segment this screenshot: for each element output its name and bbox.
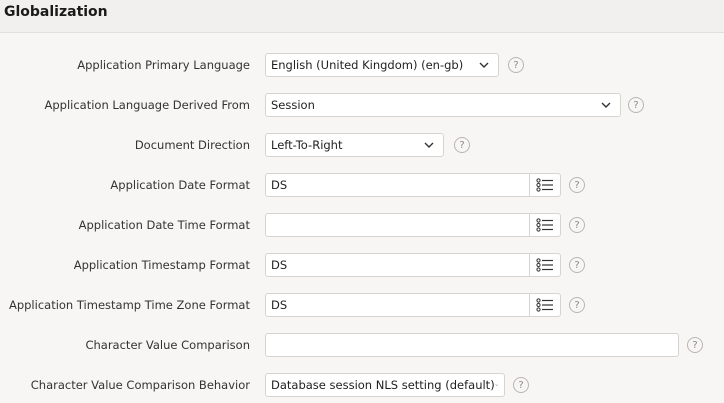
region-header: Globalization	[0, 0, 724, 33]
char-value-comparison-behavior-select[interactable]: Database session NLS setting (default)	[265, 373, 505, 397]
field-row-date-time-format: Application Date Time Format ?	[0, 213, 724, 239]
primary-language-select[interactable]: English (United Kingdom) (en-gb)	[265, 53, 499, 77]
input-value: DS	[271, 298, 288, 312]
region-title: Globalization	[4, 4, 108, 20]
select-value: Session	[271, 98, 315, 112]
list-icon	[536, 298, 553, 312]
select-value: Left-To-Right	[271, 138, 343, 152]
help-icon[interactable]: ?	[687, 337, 703, 353]
select-value: Database session NLS setting (default)	[271, 378, 495, 392]
field-label: Application Language Derived From	[44, 98, 250, 112]
field-label: Application Timestamp Format	[73, 258, 250, 272]
chevron-down-icon	[495, 384, 498, 386]
help-icon[interactable]: ?	[569, 297, 585, 313]
field-row-timestamp-tz-format: Application Timestamp Time Zone Format D…	[0, 293, 724, 319]
timestamp-tz-format-input[interactable]: DS	[265, 293, 530, 317]
field-row-date-format: Application Date Format DS ?	[0, 173, 724, 199]
field-row-primary-language: Application Primary Language English (Un…	[0, 53, 724, 79]
field-row-char-value-comparison-behavior: Character Value Comparison Behavior Data…	[0, 373, 724, 399]
field-row-char-value-comparison: Character Value Comparison ?	[0, 333, 724, 359]
help-icon[interactable]: ?	[569, 217, 585, 233]
list-of-values-button[interactable]	[529, 213, 561, 237]
chevron-down-icon	[424, 142, 434, 148]
document-direction-select[interactable]: Left-To-Right	[265, 133, 444, 157]
list-icon	[536, 218, 553, 232]
list-of-values-button[interactable]	[529, 173, 561, 197]
help-icon[interactable]: ?	[628, 97, 644, 113]
list-of-values-button[interactable]	[529, 253, 561, 277]
field-label: Character Value Comparison	[85, 338, 250, 352]
field-label: Application Date Format	[110, 178, 250, 192]
field-label: Document Direction	[134, 138, 250, 152]
help-icon[interactable]: ?	[569, 257, 585, 273]
list-icon	[536, 178, 553, 192]
help-icon[interactable]: ?	[569, 177, 585, 193]
language-derived-from-select[interactable]: Session	[265, 93, 621, 117]
chevron-down-icon	[601, 102, 611, 108]
help-icon[interactable]: ?	[508, 57, 524, 73]
field-row-language-derived-from: Application Language Derived From Sessio…	[0, 93, 724, 119]
field-label: Application Timestamp Time Zone Format	[8, 298, 250, 312]
date-format-input[interactable]: DS	[265, 173, 530, 197]
field-label: Application Primary Language	[77, 58, 250, 72]
list-of-values-button[interactable]	[529, 293, 561, 317]
list-icon	[536, 258, 553, 272]
input-value: DS	[271, 178, 288, 192]
timestamp-format-input[interactable]: DS	[265, 253, 530, 277]
field-label: Application Date Time Format	[78, 218, 250, 232]
char-value-comparison-input[interactable]	[265, 333, 679, 357]
input-value: DS	[271, 258, 288, 272]
field-row-timestamp-format: Application Timestamp Format DS ?	[0, 253, 724, 279]
field-row-document-direction: Document Direction Left-To-Right ?	[0, 133, 724, 159]
field-label: Character Value Comparison Behavior	[30, 378, 250, 392]
date-time-format-input[interactable]	[265, 213, 530, 237]
chevron-down-icon	[479, 62, 489, 68]
help-icon[interactable]: ?	[513, 377, 529, 393]
select-value: English (United Kingdom) (en-gb)	[271, 58, 464, 72]
help-icon[interactable]: ?	[454, 137, 470, 153]
